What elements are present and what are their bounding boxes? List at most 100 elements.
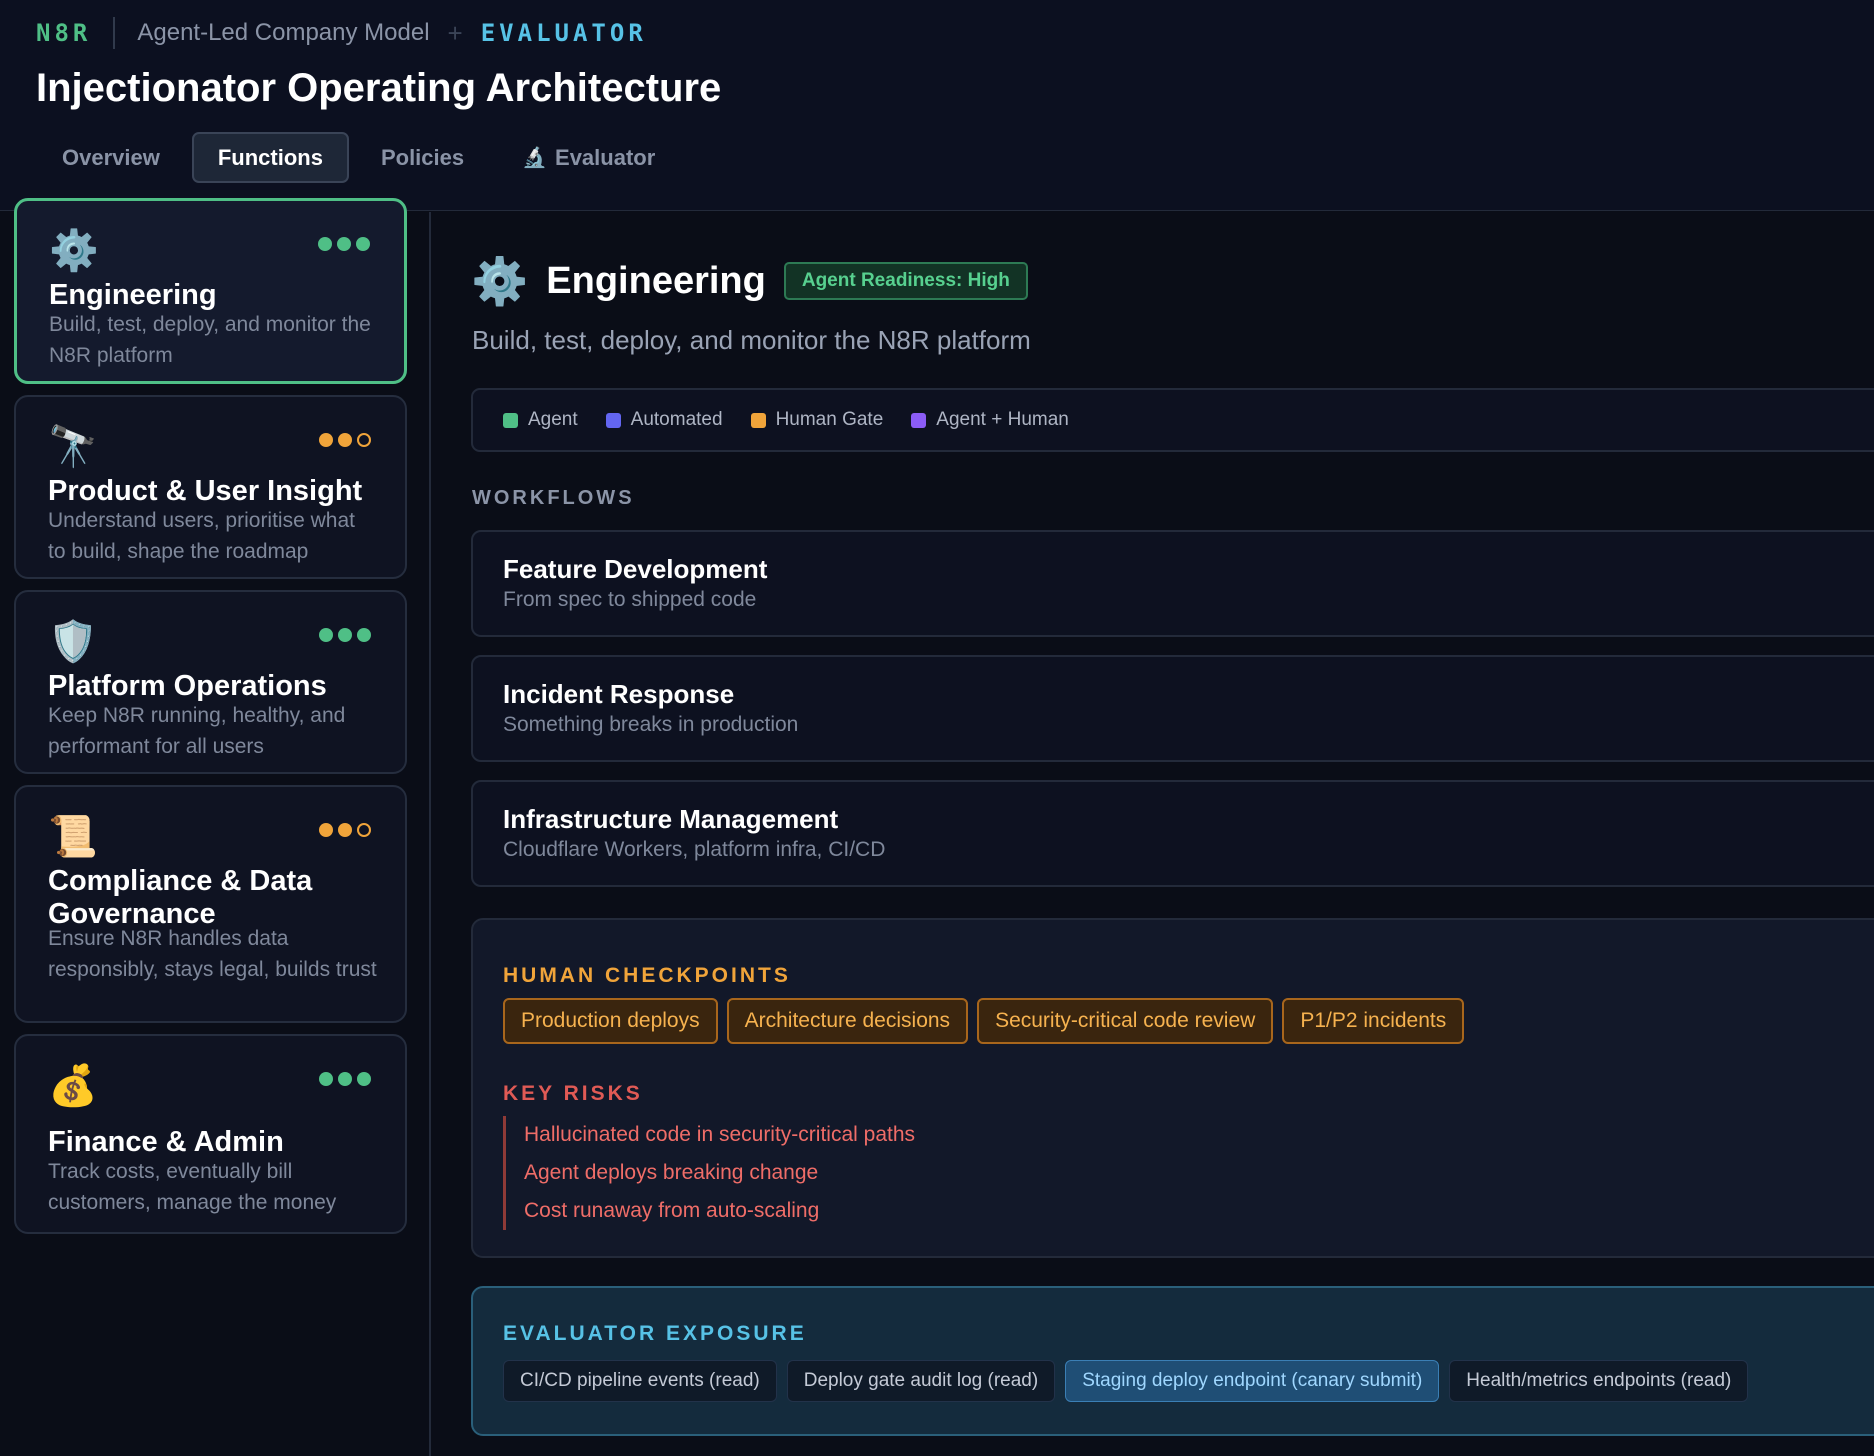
legend-label: Agent + Human: [936, 409, 1069, 430]
workflow-title: Incident Response: [503, 679, 735, 709]
exposure-chip: Deploy gate audit log (read): [786, 1360, 1056, 1402]
legend-label: Human Gate: [775, 409, 884, 430]
readiness-dots: [318, 237, 370, 251]
shield-icon: 🛡️: [48, 620, 98, 664]
evaluator-exposure-list: CI/CD pipeline events (read) Deploy gate…: [503, 1360, 1758, 1402]
workflow-title: Feature Development: [503, 554, 768, 584]
checkpoint-chip: Production deploys: [503, 998, 718, 1044]
detail-header: ⚙️ Engineering Agent Readiness: High: [471, 258, 1028, 304]
tab-label: Overview: [62, 144, 160, 170]
function-name: Platform Operations: [48, 670, 327, 702]
legend-swatch: [750, 412, 766, 428]
telescope-icon: 🔭: [48, 425, 98, 469]
tab-label: Evaluator: [555, 144, 656, 170]
scroll-icon: 📜: [48, 815, 98, 859]
legend-swatch: [605, 412, 621, 428]
detail-title: Engineering: [546, 259, 766, 302]
function-name: Engineering: [49, 279, 217, 311]
tab-evaluator[interactable]: 🔬 Evaluator: [496, 132, 681, 183]
workflow-subtitle: From spec to shipped code: [503, 588, 757, 611]
function-card-finance-admin[interactable]: 💰 Finance & Admin Track costs, eventuall…: [14, 1034, 407, 1234]
workflow-feature-development[interactable]: Feature Development From spec to shipped…: [471, 530, 1874, 637]
checkpoint-chip: P1/P2 incidents: [1282, 998, 1465, 1044]
readiness-dots: [319, 1072, 371, 1086]
microscope-icon: 🔬: [522, 147, 548, 169]
page-title: Injectionator Operating Architecture: [36, 66, 722, 110]
readiness-dot: [319, 1072, 333, 1086]
workflow-infrastructure-management[interactable]: Infrastructure Management Cloudflare Wor…: [471, 780, 1874, 887]
readiness-dot: [338, 628, 352, 642]
exposure-chip: CI/CD pipeline events (read): [503, 1360, 777, 1402]
workflow-incident-response[interactable]: Incident Response Something breaks in pr…: [471, 655, 1874, 762]
readiness-dot: [319, 823, 333, 837]
legend-item-agent: Agent: [503, 409, 578, 431]
readiness-dot: [338, 1072, 352, 1086]
legend-label: Agent: [528, 409, 578, 430]
evaluator-exposure-heading: EVALUATOR EXPOSURE: [503, 1322, 807, 1345]
legend-label: Automated: [630, 409, 723, 430]
function-name: Compliance & Data Governance: [48, 865, 313, 930]
readiness-dot: [338, 823, 352, 837]
function-card-engineering[interactable]: ⚙️ Engineering Build, test, deploy, and …: [14, 198, 407, 384]
legend: Agent Automated Human Gate Agent + Human: [471, 388, 1874, 452]
readiness-dot: [338, 433, 352, 447]
tab-label: Policies: [380, 144, 465, 170]
exposure-chip-highlighted: Staging deploy endpoint (canary submit): [1065, 1360, 1440, 1402]
money-bag-icon: 💰: [48, 1064, 98, 1108]
function-name: Product & User Insight: [48, 475, 363, 507]
breadcrumb: N8R Agent-Led Company Model + EVALUATOR: [36, 17, 647, 49]
readiness-badge: Agent Readiness: High: [783, 262, 1028, 300]
evaluator-exposure-panel: EVALUATOR EXPOSURE CI/CD pipeline events…: [471, 1286, 1874, 1436]
function-detail: ⚙️ Engineering Agent Readiness: High Bui…: [433, 212, 1874, 1456]
tab-functions[interactable]: Functions: [191, 132, 349, 183]
gear-icon: ⚙️: [49, 229, 99, 273]
function-description: Ensure N8R handles data responsibly, sta…: [48, 927, 377, 981]
legend-item-automated: Automated: [605, 409, 723, 431]
tab-label: Functions: [217, 144, 323, 170]
workflow-subtitle: Cloudflare Workers, platform infra, CI/C…: [503, 838, 886, 861]
function-card-compliance-data-governance[interactable]: 📜 Compliance & Data Governance Ensure N8…: [14, 785, 407, 1023]
function-description: Build, test, deploy, and monitor the N8R…: [49, 313, 371, 367]
tab-overview[interactable]: Overview: [36, 132, 186, 183]
app-header: N8R Agent-Led Company Model + EVALUATOR …: [0, 0, 1874, 211]
readiness-dot-empty: [357, 433, 371, 447]
readiness-dot: [357, 1072, 371, 1086]
checkpoints-risks-panel: HUMAN CHECKPOINTS Production deploys Arc…: [471, 918, 1874, 1258]
breadcrumb-model[interactable]: Agent-Led Company Model: [137, 19, 429, 47]
readiness-dot: [318, 237, 332, 251]
checkpoint-chip: Security-critical code review: [977, 998, 1274, 1044]
readiness-dot: [319, 628, 333, 642]
workflows-heading: WORKFLOWS: [472, 487, 635, 509]
key-risks-heading: KEY RISKS: [503, 1082, 643, 1105]
legend-item-agent-human: Agent + Human: [911, 409, 1069, 431]
workflow-title: Infrastructure Management: [503, 804, 839, 834]
function-description: Understand users, prioritise what to bui…: [48, 509, 355, 563]
checkpoint-chip: Architecture decisions: [726, 998, 969, 1044]
legend-swatch: [911, 412, 927, 428]
risk-item: Cost runaway from auto-scaling: [524, 1199, 820, 1222]
gear-icon: ⚙️: [471, 255, 529, 307]
exposure-chip: Health/metrics endpoints (read): [1449, 1360, 1749, 1402]
function-description: Keep N8R running, healthy, and performan…: [48, 704, 346, 758]
function-description: Track costs, eventually bill customers, …: [48, 1160, 337, 1214]
tab-bar: Overview Functions Policies 🔬 Evaluator: [36, 132, 687, 183]
readiness-dot: [357, 628, 371, 642]
readiness-dots: [319, 628, 371, 642]
readiness-dot: [319, 433, 333, 447]
human-checkpoints-heading: HUMAN CHECKPOINTS: [503, 964, 791, 987]
risk-item: Hallucinated code in security-critical p…: [524, 1123, 916, 1146]
functions-sidebar: ⚙️ Engineering Build, test, deploy, and …: [0, 198, 431, 1456]
brand-logo[interactable]: N8R: [36, 19, 91, 47]
readiness-dot: [356, 237, 370, 251]
readiness-dots: [319, 433, 371, 447]
readiness-dots: [319, 823, 371, 837]
risk-item: Agent deploys breaking change: [524, 1161, 819, 1184]
detail-description: Build, test, deploy, and monitor the N8R…: [472, 325, 1031, 355]
workflow-subtitle: Something breaks in production: [503, 713, 799, 736]
readiness-dot: [337, 237, 351, 251]
function-card-product-user-insight[interactable]: 🔭 Product & User Insight Understand user…: [14, 395, 407, 579]
tab-policies[interactable]: Policies: [355, 132, 490, 183]
breadcrumb-divider: [113, 17, 116, 49]
evaluator-tag: EVALUATOR: [480, 19, 647, 47]
function-card-platform-operations[interactable]: 🛡️ Platform Operations Keep N8R running,…: [14, 590, 407, 774]
